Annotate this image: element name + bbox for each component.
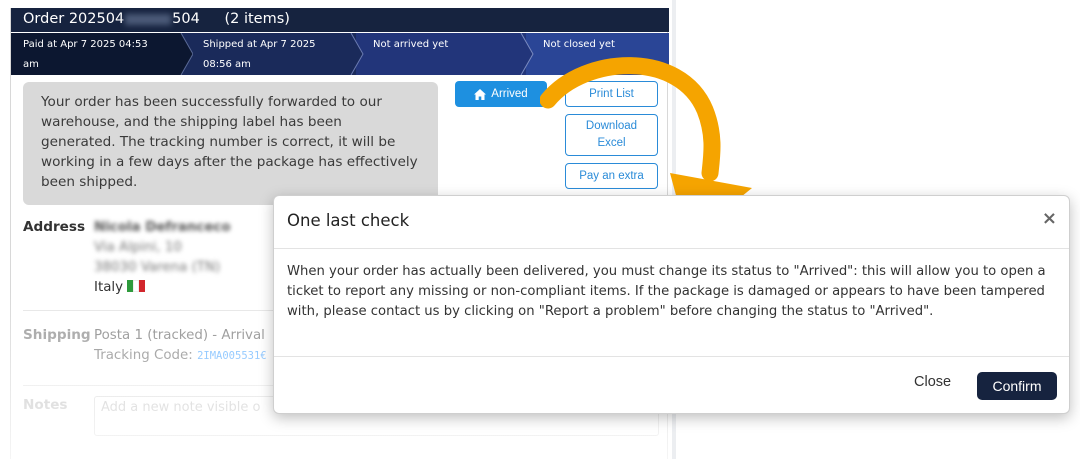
step-chevron-icon [346, 33, 364, 75]
tracking-code-link[interactable]: 2IMA005531€ [197, 350, 267, 362]
step-shipped: Shipped at Apr 7 2025 08:56 am [181, 33, 356, 75]
confirm-button[interactable]: Confirm [977, 372, 1057, 400]
dialog-title: One last check [287, 211, 410, 230]
status-notice: Your order has been successfully forward… [23, 82, 438, 205]
step-chevron-icon [171, 33, 193, 75]
order-header: Order 202504 504 (2 items) [11, 8, 669, 32]
step-chevron-icon [516, 33, 534, 75]
address-street: Via Alpini, 10 [94, 240, 182, 255]
close-button[interactable]: Close [914, 374, 951, 390]
step-label-line2: am [23, 59, 39, 70]
address-block: Nicola Defranceco Via Alpini, 10 38030 V… [94, 218, 231, 298]
order-number-prefix: Order 202504 [23, 11, 125, 27]
order-number-suffix: 504 [172, 11, 200, 27]
step-label-line2: 08:56 am [203, 59, 251, 70]
shipping-method: Posta 1 (tracked) - Arrival [94, 328, 265, 343]
close-icon[interactable]: × [1042, 208, 1057, 229]
dialog-divider [274, 248, 1069, 249]
dialog-body: When your order has actually been delive… [287, 264, 1046, 319]
shipping-block: Posta 1 (tracked) - Arrival Tracking Cod… [94, 326, 267, 366]
step-label: Not closed yet [543, 39, 615, 50]
shipping-label: Shipping [23, 327, 91, 343]
tracking-label: Tracking Code: [94, 348, 193, 363]
arrived-button-label: Arrived [491, 88, 528, 100]
home-icon [474, 88, 487, 100]
address-label: Address [23, 219, 86, 235]
step-not-arrived: Not arrived yet [351, 33, 526, 75]
order-number-redacted [125, 13, 172, 25]
step-label: Paid at Apr 7 2025 04:53 [23, 39, 148, 50]
step-label: Not arrived yet [373, 39, 449, 50]
address-country: Italy [94, 280, 124, 295]
confirm-dialog: One last check × When your order has act… [273, 195, 1070, 414]
italy-flag-icon [127, 279, 146, 292]
step-label: Shipped at Apr 7 2025 [203, 39, 316, 50]
notes-label: Notes [23, 397, 68, 413]
arrived-button[interactable]: Arrived [455, 81, 547, 107]
dialog-divider [274, 356, 1069, 357]
step-paid: Paid at Apr 7 2025 04:53 am [11, 33, 181, 75]
address-city: 38030 Varena (TN) [94, 260, 221, 275]
address-name: Nicola Defranceco [94, 220, 231, 235]
order-items-count: (2 items) [224, 11, 290, 27]
